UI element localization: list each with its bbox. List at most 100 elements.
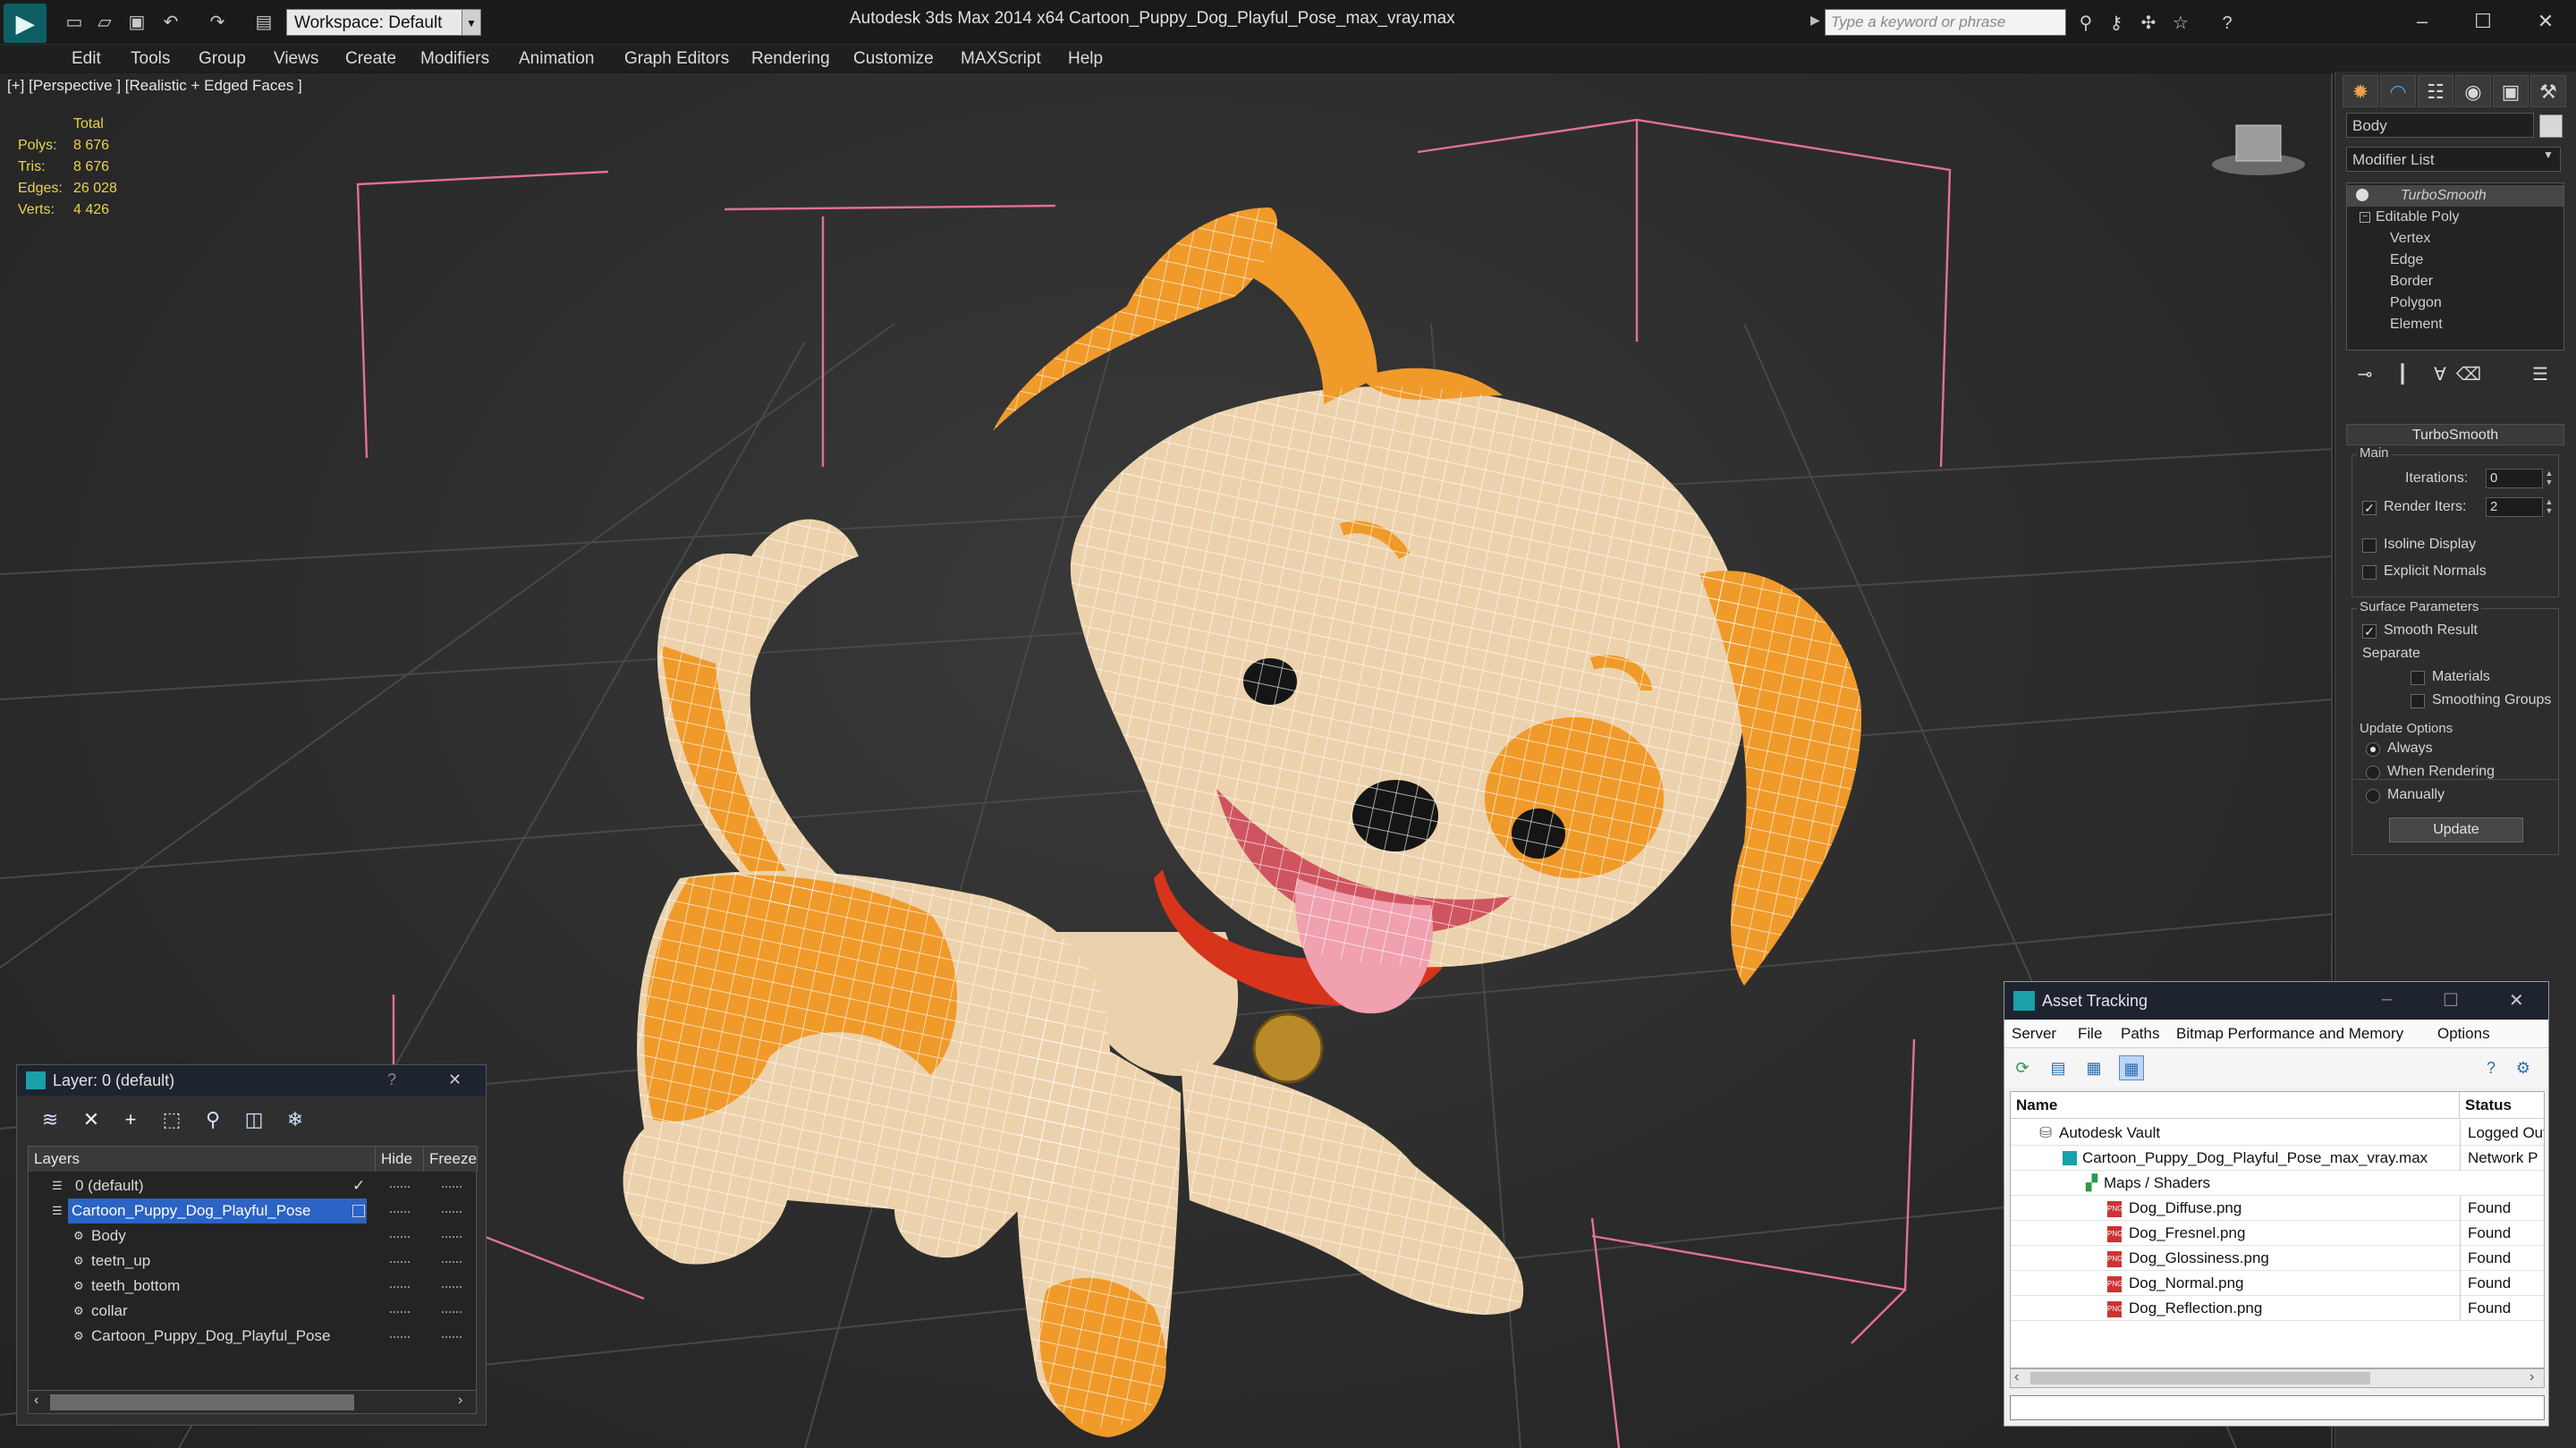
view-cube[interactable] — [2212, 124, 2305, 175]
layer-row[interactable]: ⚙ Body — [29, 1224, 476, 1249]
key-icon[interactable]: ⚷ — [2104, 11, 2129, 36]
hide-toggle[interactable] — [390, 1311, 410, 1315]
scroll-left-icon[interactable]: ‹ — [2014, 1369, 2019, 1385]
motion-tab-icon[interactable]: ◉ — [2455, 75, 2491, 107]
object-name[interactable]: Body — [91, 1224, 126, 1249]
menu-animation[interactable]: Animation — [519, 49, 595, 69]
asset-row[interactable]: PNG Dog_Glossiness.png Found — [2011, 1246, 2544, 1271]
hide-toggle[interactable] — [390, 1261, 410, 1265]
asset-menu-options[interactable]: Options — [2437, 1025, 2490, 1043]
configure-sets-icon[interactable]: ☰ — [2527, 361, 2554, 388]
settings-icon[interactable]: ⚙ — [2511, 1055, 2536, 1080]
asset-row[interactable]: Cartoon_Puppy_Dog_Playful_Pose_max_vray.… — [2011, 1146, 2544, 1171]
binoculars-icon[interactable]: ⚲ — [2073, 11, 2098, 36]
menu-maxscript[interactable]: MAXScript — [961, 49, 1041, 69]
connect-icon[interactable]: ✣ — [2136, 11, 2161, 36]
minimize-icon[interactable]: – — [2397, 7, 2447, 36]
hide-all-icon[interactable]: ◫ — [241, 1106, 267, 1133]
search-input[interactable]: Type a keyword or phrase — [1825, 9, 2066, 36]
hide-toggle[interactable] — [390, 1236, 410, 1240]
undo-icon[interactable]: ↶ — [159, 11, 182, 34]
close-icon[interactable]: ✕ — [448, 1071, 462, 1089]
smooth-result-checkbox[interactable]: ✓ — [2362, 624, 2377, 639]
object-name[interactable]: Cartoon_Puppy_Dog_Playful_Pose — [91, 1324, 330, 1349]
make-unique-icon[interactable]: ∀ — [2427, 361, 2453, 388]
hide-toggle[interactable] — [390, 1186, 410, 1190]
scroll-thumb[interactable] — [50, 1394, 354, 1410]
always-radio[interactable] — [2366, 742, 2380, 757]
layer-row[interactable]: ⚙ Cartoon_Puppy_Dog_Playful_Pose — [29, 1324, 476, 1349]
chevron-down-icon[interactable]: ▼ — [462, 9, 481, 36]
chevron-down-icon[interactable]: ▼ — [2543, 148, 2554, 161]
maximize-icon[interactable]: ☐ — [2458, 7, 2508, 36]
freeze-toggle[interactable] — [442, 1186, 462, 1190]
scroll-thumb[interactable] — [2030, 1372, 2370, 1384]
active-layer-check-icon[interactable]: ✓ — [352, 1173, 365, 1198]
asset-menu-paths[interactable]: Paths — [2121, 1025, 2159, 1043]
menu-modifiers[interactable]: Modifiers — [420, 49, 489, 69]
menu-rendering[interactable]: Rendering — [751, 49, 830, 69]
create-tab-icon[interactable]: ✹ — [2343, 75, 2378, 107]
spinner-arrows-icon[interactable]: ▲ ▼ — [2543, 497, 2555, 517]
asset-row[interactable]: PNG Dog_Normal.png Found — [2011, 1271, 2544, 1296]
layer-row[interactable]: ⚙ teetn_up — [29, 1249, 476, 1274]
remove-modifier-icon[interactable]: ⌫ — [2455, 361, 2482, 388]
hide-toggle[interactable] — [390, 1211, 410, 1215]
horizontal-scrollbar[interactable]: ‹ › — [29, 1390, 476, 1413]
freeze-toggle[interactable] — [442, 1261, 462, 1265]
scroll-left-icon[interactable]: ‹ — [34, 1393, 38, 1409]
favorites-star-icon[interactable]: ☆ — [2168, 11, 2193, 36]
smoothing-groups-checkbox[interactable] — [2411, 694, 2425, 708]
menu-create[interactable]: Create — [345, 49, 396, 69]
lightbulb-icon[interactable] — [2356, 189, 2368, 201]
layer-name[interactable]: Cartoon_Puppy_Dog_Playful_Pose — [68, 1198, 367, 1224]
object-name-field[interactable]: Body — [2346, 113, 2534, 138]
update-button[interactable]: Update — [2389, 817, 2523, 843]
freeze-toggle[interactable] — [442, 1286, 462, 1290]
display-tab-icon[interactable]: ▣ — [2493, 75, 2529, 107]
menu-tools[interactable]: Tools — [131, 49, 170, 69]
stack-item-vertex[interactable]: Vertex — [2347, 228, 2563, 250]
manually-radio[interactable] — [2366, 789, 2380, 803]
asset-row[interactable]: PNG Dog_Fresnel.png Found — [2011, 1221, 2544, 1246]
asset-window-title[interactable]: Asset Tracking — [2004, 982, 2548, 1020]
layer-name[interactable]: 0 (default) — [72, 1173, 148, 1198]
collapse-icon[interactable]: − — [2360, 212, 2370, 223]
asset-row[interactable]: ⛁ Autodesk Vault Logged Out — [2011, 1121, 2544, 1146]
minimize-icon[interactable]: – — [2382, 989, 2392, 1010]
asset-row[interactable]: PNG Dog_Diffuse.png Found — [2011, 1196, 2544, 1221]
stack-item-element[interactable]: Element — [2347, 314, 2563, 335]
when-rendering-radio[interactable] — [2366, 766, 2380, 780]
freeze-toggle[interactable] — [442, 1311, 462, 1315]
materials-checkbox[interactable] — [2411, 671, 2425, 685]
freeze-toggle[interactable] — [442, 1336, 462, 1340]
modifier-list-dropdown[interactable]: Modifier List — [2346, 147, 2561, 172]
help-icon[interactable]: ? — [2479, 1055, 2504, 1080]
stack-item-edge[interactable]: Edge — [2347, 250, 2563, 271]
maximize-icon[interactable]: ☐ — [2443, 989, 2459, 1012]
project-folder-icon[interactable]: ▤ — [252, 11, 275, 34]
close-icon[interactable]: ✕ — [2521, 7, 2571, 36]
hierarchy-tab-icon[interactable]: ☷ — [2418, 75, 2453, 107]
scroll-right-icon[interactable]: › — [458, 1393, 462, 1409]
render-iters-spinner[interactable]: 2 — [2486, 497, 2543, 517]
hide-toggle[interactable] — [390, 1286, 410, 1290]
col-freeze[interactable]: Freeze — [424, 1147, 478, 1172]
search-expand-icon[interactable]: ▶ — [1810, 13, 1820, 28]
asset-horizontal-scrollbar[interactable]: ‹ › — [2010, 1368, 2545, 1388]
menu-views[interactable]: Views — [274, 49, 318, 69]
help-icon[interactable]: ? — [2215, 11, 2240, 36]
layer-row[interactable]: ⚙ teeth_bottom — [29, 1274, 476, 1299]
asset-row[interactable]: PNG Dog_Reflection.png Found — [2011, 1296, 2544, 1321]
spinner-arrows-icon[interactable]: ▲ ▼ — [2543, 469, 2555, 488]
redo-icon[interactable]: ↷ — [206, 11, 229, 34]
freeze-toggle[interactable] — [442, 1236, 462, 1240]
turbosmooth-rollout-header[interactable]: TurboSmooth — [2346, 424, 2564, 445]
layer-row[interactable]: ⚙ collar — [29, 1299, 476, 1324]
open-file-icon[interactable]: ▱ — [93, 11, 116, 34]
scroll-right-icon[interactable]: › — [2529, 1369, 2534, 1385]
create-layer-icon[interactable]: ≋ — [37, 1106, 64, 1133]
menu-help[interactable]: Help — [1068, 49, 1103, 69]
layer-row[interactable]: ☰ Cartoon_Puppy_Dog_Playful_Pose — [29, 1198, 476, 1224]
col-name[interactable]: Name — [2011, 1092, 2460, 1119]
